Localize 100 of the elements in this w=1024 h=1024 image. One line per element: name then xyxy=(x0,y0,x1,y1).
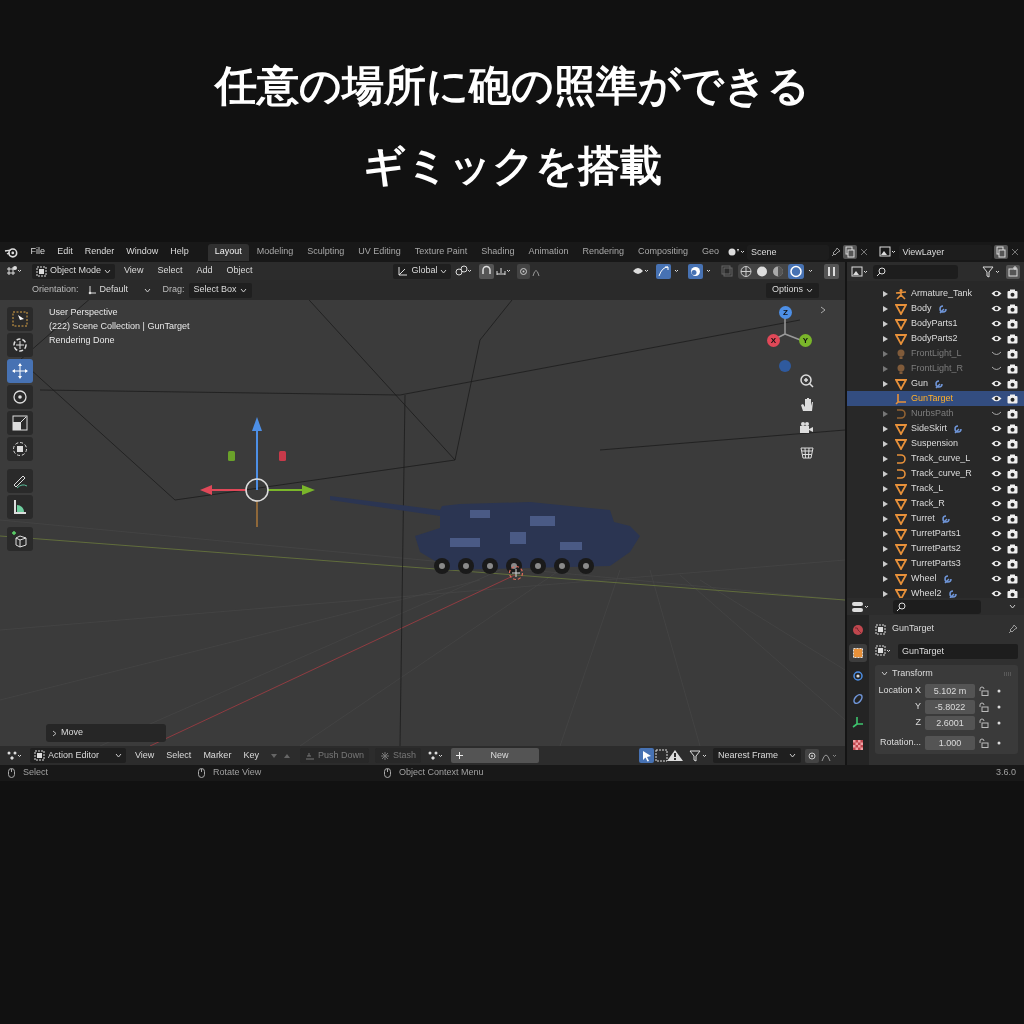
axis-handle[interactable] xyxy=(779,360,791,372)
snapping-dropdown[interactable]: Nearest Frame xyxy=(713,748,801,763)
editor-type-icon xyxy=(851,600,871,613)
workspace-tab[interactable]: Shading xyxy=(475,243,521,261)
object-name: Track_curve_R xyxy=(911,466,972,480)
object-name-field[interactable]: GunTarget xyxy=(898,643,1018,659)
view-layer-field[interactable]: ViewLayer xyxy=(898,244,992,260)
menu-item[interactable]: Edit xyxy=(52,245,78,259)
shortcut-hint: Rotate View xyxy=(213,766,262,780)
menu-item[interactable]: Key xyxy=(240,748,262,763)
tool-button[interactable] xyxy=(7,359,33,383)
workspace-tab[interactable]: Compositing xyxy=(631,243,694,261)
mesh-icon xyxy=(895,542,907,555)
button-label: Stash xyxy=(392,748,416,762)
workspace-tab[interactable]: Rendering xyxy=(576,243,630,261)
tool-button[interactable] xyxy=(7,469,33,493)
object-name: FrontLight_R xyxy=(911,361,964,375)
outliner-row[interactable]: BodyParts2 xyxy=(847,331,1024,346)
outliner-row[interactable]: SideSkirt xyxy=(847,421,1024,436)
options-dropdown[interactable]: Options xyxy=(765,282,819,298)
menu-item[interactable]: Select xyxy=(152,264,188,278)
data-tab-icon xyxy=(852,716,864,728)
search-icon xyxy=(876,266,886,277)
keyframe-dot-icon xyxy=(997,688,1001,693)
outliner-row[interactable]: NurbsPath xyxy=(847,406,1024,421)
mode-dropdown[interactable]: Action Editor xyxy=(30,748,126,763)
outliner-row[interactable]: Gun xyxy=(847,376,1024,391)
outliner-row[interactable]: TurretParts3 xyxy=(847,556,1024,571)
scene-field[interactable]: Scene xyxy=(747,244,829,260)
axis-handle[interactable]: Y xyxy=(799,334,812,347)
tool-button[interactable] xyxy=(7,411,33,435)
menu-item[interactable]: Window xyxy=(121,245,164,259)
search-field[interactable] xyxy=(893,599,981,614)
object-square-icon xyxy=(34,750,45,761)
menu-item[interactable]: File xyxy=(25,245,51,259)
orientation-dropdown[interactable]: Global xyxy=(393,263,452,279)
axes-icon xyxy=(397,265,409,277)
new-action-button[interactable]: New xyxy=(450,748,539,763)
last-operator-panel[interactable]: Move xyxy=(46,724,166,742)
outliner-row[interactable]: FrontLight_L xyxy=(847,346,1024,361)
workspace-tab[interactable]: Animation xyxy=(522,243,575,261)
workspace-tab[interactable]: Modeling xyxy=(250,243,300,261)
outliner-row[interactable]: GunTarget xyxy=(847,391,1024,406)
mesh-icon xyxy=(895,512,907,525)
menu-item[interactable]: Object xyxy=(221,264,258,278)
object-name: Track_L xyxy=(911,481,944,495)
tool-button[interactable] xyxy=(7,527,33,551)
search-field[interactable] xyxy=(873,264,958,279)
camera-icon xyxy=(1007,558,1018,569)
number-field[interactable]: 5.102 m xyxy=(925,683,975,698)
outliner-row[interactable]: Track_R xyxy=(847,496,1024,511)
workspace-tab[interactable]: Layout xyxy=(207,243,249,261)
mesh-icon xyxy=(895,332,907,345)
outliner-row[interactable]: Turret xyxy=(847,511,1024,526)
viewport-info-text: User Perspective xyxy=(49,306,119,319)
outliner-row[interactable]: BodyParts1 xyxy=(847,316,1024,331)
number-field[interactable]: 1.000 xyxy=(925,735,975,750)
eye-icon xyxy=(991,289,1002,298)
object-name: GunTarget xyxy=(911,391,954,405)
tool-button[interactable] xyxy=(7,437,33,461)
camera-icon xyxy=(1007,468,1018,479)
outliner-row[interactable]: Suspension xyxy=(847,436,1024,451)
crosshair-marker-icon xyxy=(508,565,524,581)
outliner-row[interactable]: FrontLight_R xyxy=(847,361,1024,376)
outliner-row[interactable]: Track_curve_R xyxy=(847,466,1024,481)
outliner-row[interactable]: TurretParts2 xyxy=(847,541,1024,556)
axis-handle[interactable]: Z xyxy=(779,306,792,319)
outliner-row[interactable]: Body xyxy=(847,301,1024,316)
mode-dropdown[interactable]: Object Mode xyxy=(32,263,116,279)
outliner-row[interactable]: TurretParts1 xyxy=(847,526,1024,541)
axis-handle[interactable]: X xyxy=(767,334,780,347)
tool-button[interactable] xyxy=(7,495,33,519)
camera-icon xyxy=(1007,333,1018,344)
menu-item[interactable]: Add xyxy=(191,264,218,278)
tool-button[interactable] xyxy=(7,385,33,409)
menu-item[interactable]: View xyxy=(119,264,149,278)
outliner-row[interactable]: Track_curve_L xyxy=(847,451,1024,466)
tool-button[interactable] xyxy=(7,333,33,357)
menu-item[interactable]: Help xyxy=(165,245,194,259)
properties-tab[interactable] xyxy=(849,644,867,662)
outliner-row[interactable]: Track_L xyxy=(847,481,1024,496)
eye-icon xyxy=(991,514,1002,523)
menu-item[interactable]: View xyxy=(132,748,158,763)
orientation-dropdown[interactable]: Default xyxy=(82,282,155,298)
drag-handle-icon xyxy=(1004,671,1012,676)
workspace-tab[interactable]: UV Editing xyxy=(352,243,407,261)
scale-tool-icon xyxy=(10,413,30,433)
menu-item[interactable]: Select xyxy=(163,748,195,763)
workspace-tab[interactable]: Texture Paint xyxy=(408,243,474,261)
menu-item[interactable]: Marker xyxy=(200,748,235,763)
workspace-tab[interactable]: Geo xyxy=(696,243,725,261)
number-field[interactable]: -5.8022 xyxy=(925,699,975,714)
outliner-row[interactable]: Wheel xyxy=(847,571,1024,586)
outliner-row[interactable]: Armature_Tank xyxy=(847,286,1024,301)
menu-item[interactable]: Render xyxy=(79,245,120,259)
number-field[interactable]: 2.6001 xyxy=(925,715,975,730)
workspace-tab[interactable]: Sculpting xyxy=(301,243,351,261)
object-tab-icon xyxy=(852,647,864,659)
object-name: Wheel2 xyxy=(911,586,942,598)
drag-dropdown[interactable]: Select Box xyxy=(188,282,252,298)
